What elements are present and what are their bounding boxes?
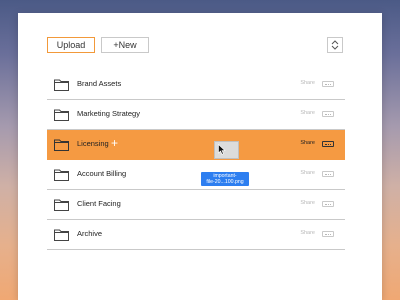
share-link[interactable]: Share (300, 230, 315, 236)
sort-updown-icon (331, 40, 339, 50)
new-button[interactable]: +New (101, 37, 149, 53)
folder-icon (54, 229, 69, 241)
dragged-file-name-line2: file-20...100.png (206, 179, 244, 185)
share-link[interactable]: Share (300, 200, 315, 206)
dragged-file-label: important- file-20...100.png (201, 172, 249, 186)
sort-button[interactable] (327, 37, 343, 53)
folder-icon (54, 139, 69, 151)
share-link[interactable]: Share (300, 80, 315, 86)
more-icon[interactable] (322, 141, 334, 147)
folder-icon (54, 199, 69, 211)
file-name: Client Facing (77, 199, 121, 208)
more-icon[interactable] (322, 201, 334, 207)
cursor-icon (218, 144, 226, 155)
file-list: Brand Assets Share Marketing Strategy Sh… (47, 70, 345, 250)
file-name: Brand Assets (77, 79, 122, 88)
list-item[interactable]: Client Facing Share (47, 190, 345, 220)
folder-icon (54, 109, 69, 121)
share-link[interactable]: Share (300, 170, 315, 176)
list-item[interactable]: Marketing Strategy Share (47, 100, 345, 130)
folder-icon (54, 79, 69, 91)
file-name: Account Billing (77, 169, 127, 178)
more-icon[interactable] (322, 111, 334, 117)
list-item-selected[interactable]: Licensing + Share (47, 130, 345, 160)
add-icon: + (111, 136, 119, 150)
list-item[interactable]: Archive Share (47, 220, 345, 250)
more-icon[interactable] (322, 81, 334, 87)
more-icon[interactable] (322, 171, 334, 177)
list-item[interactable]: Brand Assets Share (47, 70, 345, 100)
share-link[interactable]: Share (300, 140, 315, 146)
file-name: Marketing Strategy (77, 109, 140, 118)
list-item[interactable]: Account Billing Share (47, 160, 345, 190)
share-link[interactable]: Share (300, 110, 315, 116)
file-name: Archive (77, 229, 103, 238)
more-icon[interactable] (322, 231, 334, 237)
upload-button[interactable]: Upload (47, 37, 95, 53)
folder-icon (54, 169, 69, 181)
file-name: Licensing (77, 139, 109, 148)
